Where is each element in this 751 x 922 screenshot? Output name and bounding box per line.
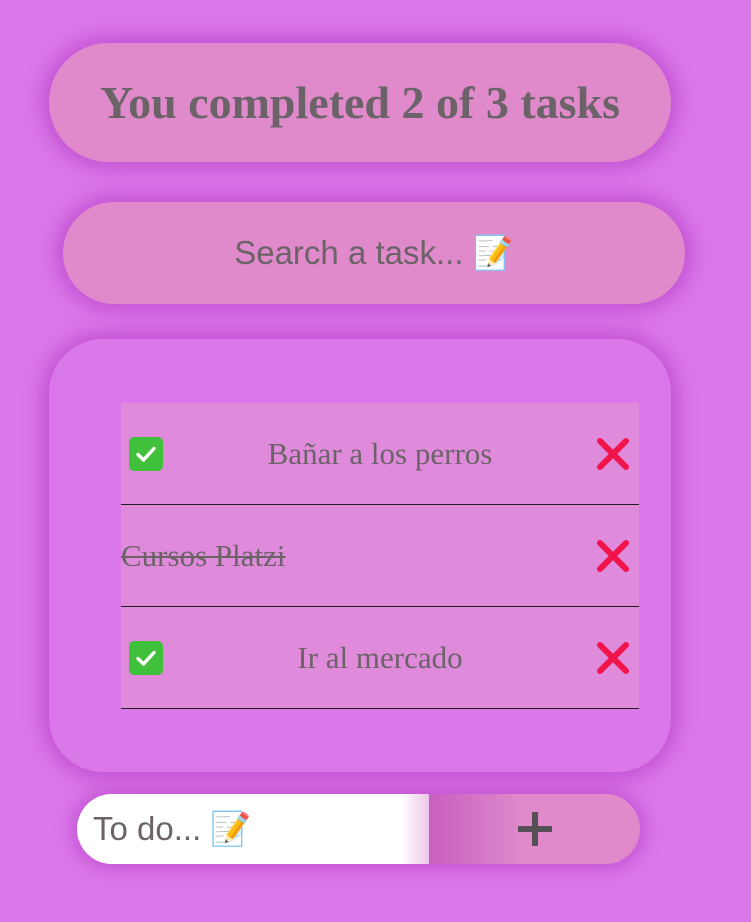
todo-item: Ir al mercado xyxy=(121,607,639,709)
todo-list: Bañar a los perros Cursos Platzi Ir al m… xyxy=(121,403,639,709)
check-mark-button-icon[interactable] xyxy=(129,640,163,675)
todo-list-panel: Bañar a los perros Cursos Platzi Ir al m… xyxy=(49,339,671,772)
cross-mark-icon[interactable] xyxy=(595,538,631,574)
search-input[interactable] xyxy=(63,202,685,304)
todo-text: Ir al mercado xyxy=(297,639,463,675)
todo-text: Bañar a los perros xyxy=(267,435,493,471)
check-mark-button-icon[interactable] xyxy=(129,436,163,471)
todo-text: Cursos Platzi xyxy=(121,537,286,573)
cross-mark-icon[interactable] xyxy=(595,436,631,472)
search-bar[interactable] xyxy=(63,202,685,304)
cross-mark-icon[interactable] xyxy=(595,640,631,676)
add-todo-form xyxy=(77,794,640,864)
plus-icon xyxy=(517,812,552,846)
todo-item: Cursos Platzi xyxy=(121,505,639,607)
task-counter-title: You completed 2 of 3 tasks xyxy=(99,77,621,128)
add-todo-button[interactable] xyxy=(401,794,640,864)
new-todo-input[interactable] xyxy=(77,794,429,864)
task-counter: You completed 2 of 3 tasks xyxy=(49,43,671,162)
todo-item: Bañar a los perros xyxy=(121,403,639,505)
